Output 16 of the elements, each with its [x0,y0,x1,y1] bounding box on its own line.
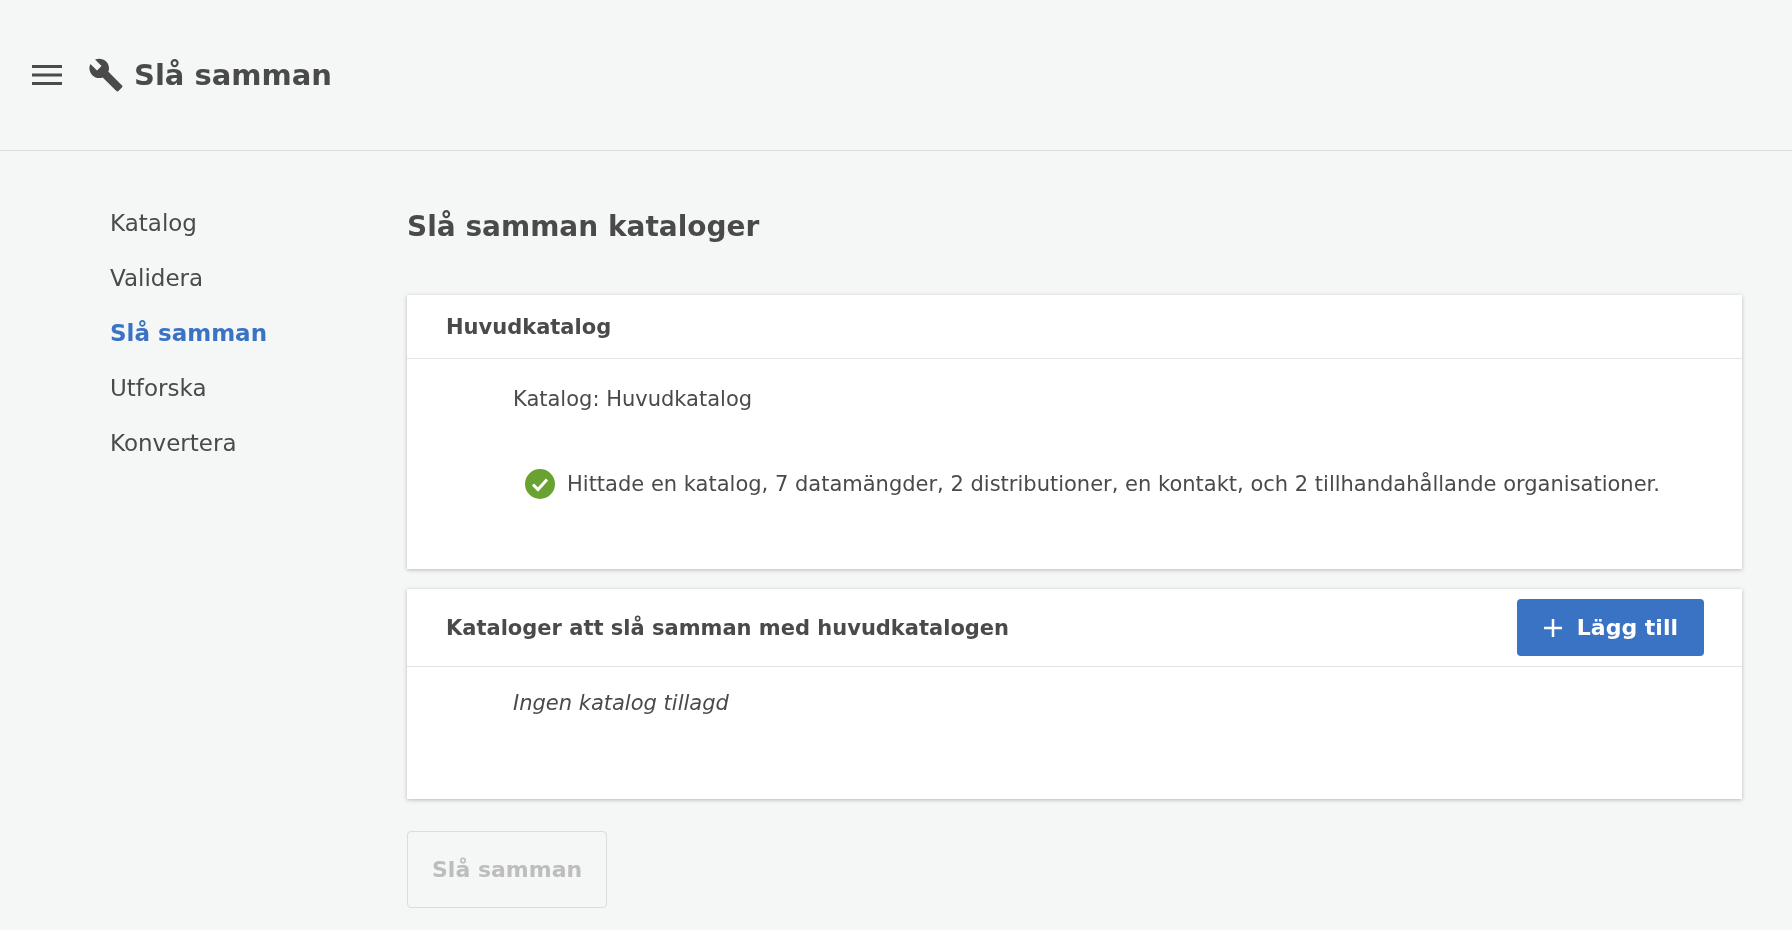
sidebar-item[interactable]: Validera [110,262,407,295]
card-title: Huvudkatalog [446,314,612,339]
add-button[interactable]: Lägg till [1516,599,1704,656]
wrench-icon [88,57,124,93]
sidebar-item[interactable]: Konvertera [110,427,407,460]
menu-icon [32,64,62,86]
page-title: Slå samman kataloger [407,209,761,245]
sidebar-item[interactable]: Utforska [110,372,407,405]
sidebar-item[interactable]: Katalog [110,207,407,240]
card-title: Kataloger att slå samman med huvudkatalogen [446,615,1010,640]
sidebar-item[interactable]: Slå samman [110,317,407,350]
app-title: Slå samman [134,58,332,92]
catalog-name: Katalog: Huvudkatalog [513,387,754,411]
plus-icon [1542,617,1563,638]
empty-message: Ingen katalog tillagd [513,691,730,717]
result-message: Hittade en katalog, 7 datamängder, 2 distributioner, en kontakt, och 2 tillhandahållande organisationer. [567,472,1660,496]
